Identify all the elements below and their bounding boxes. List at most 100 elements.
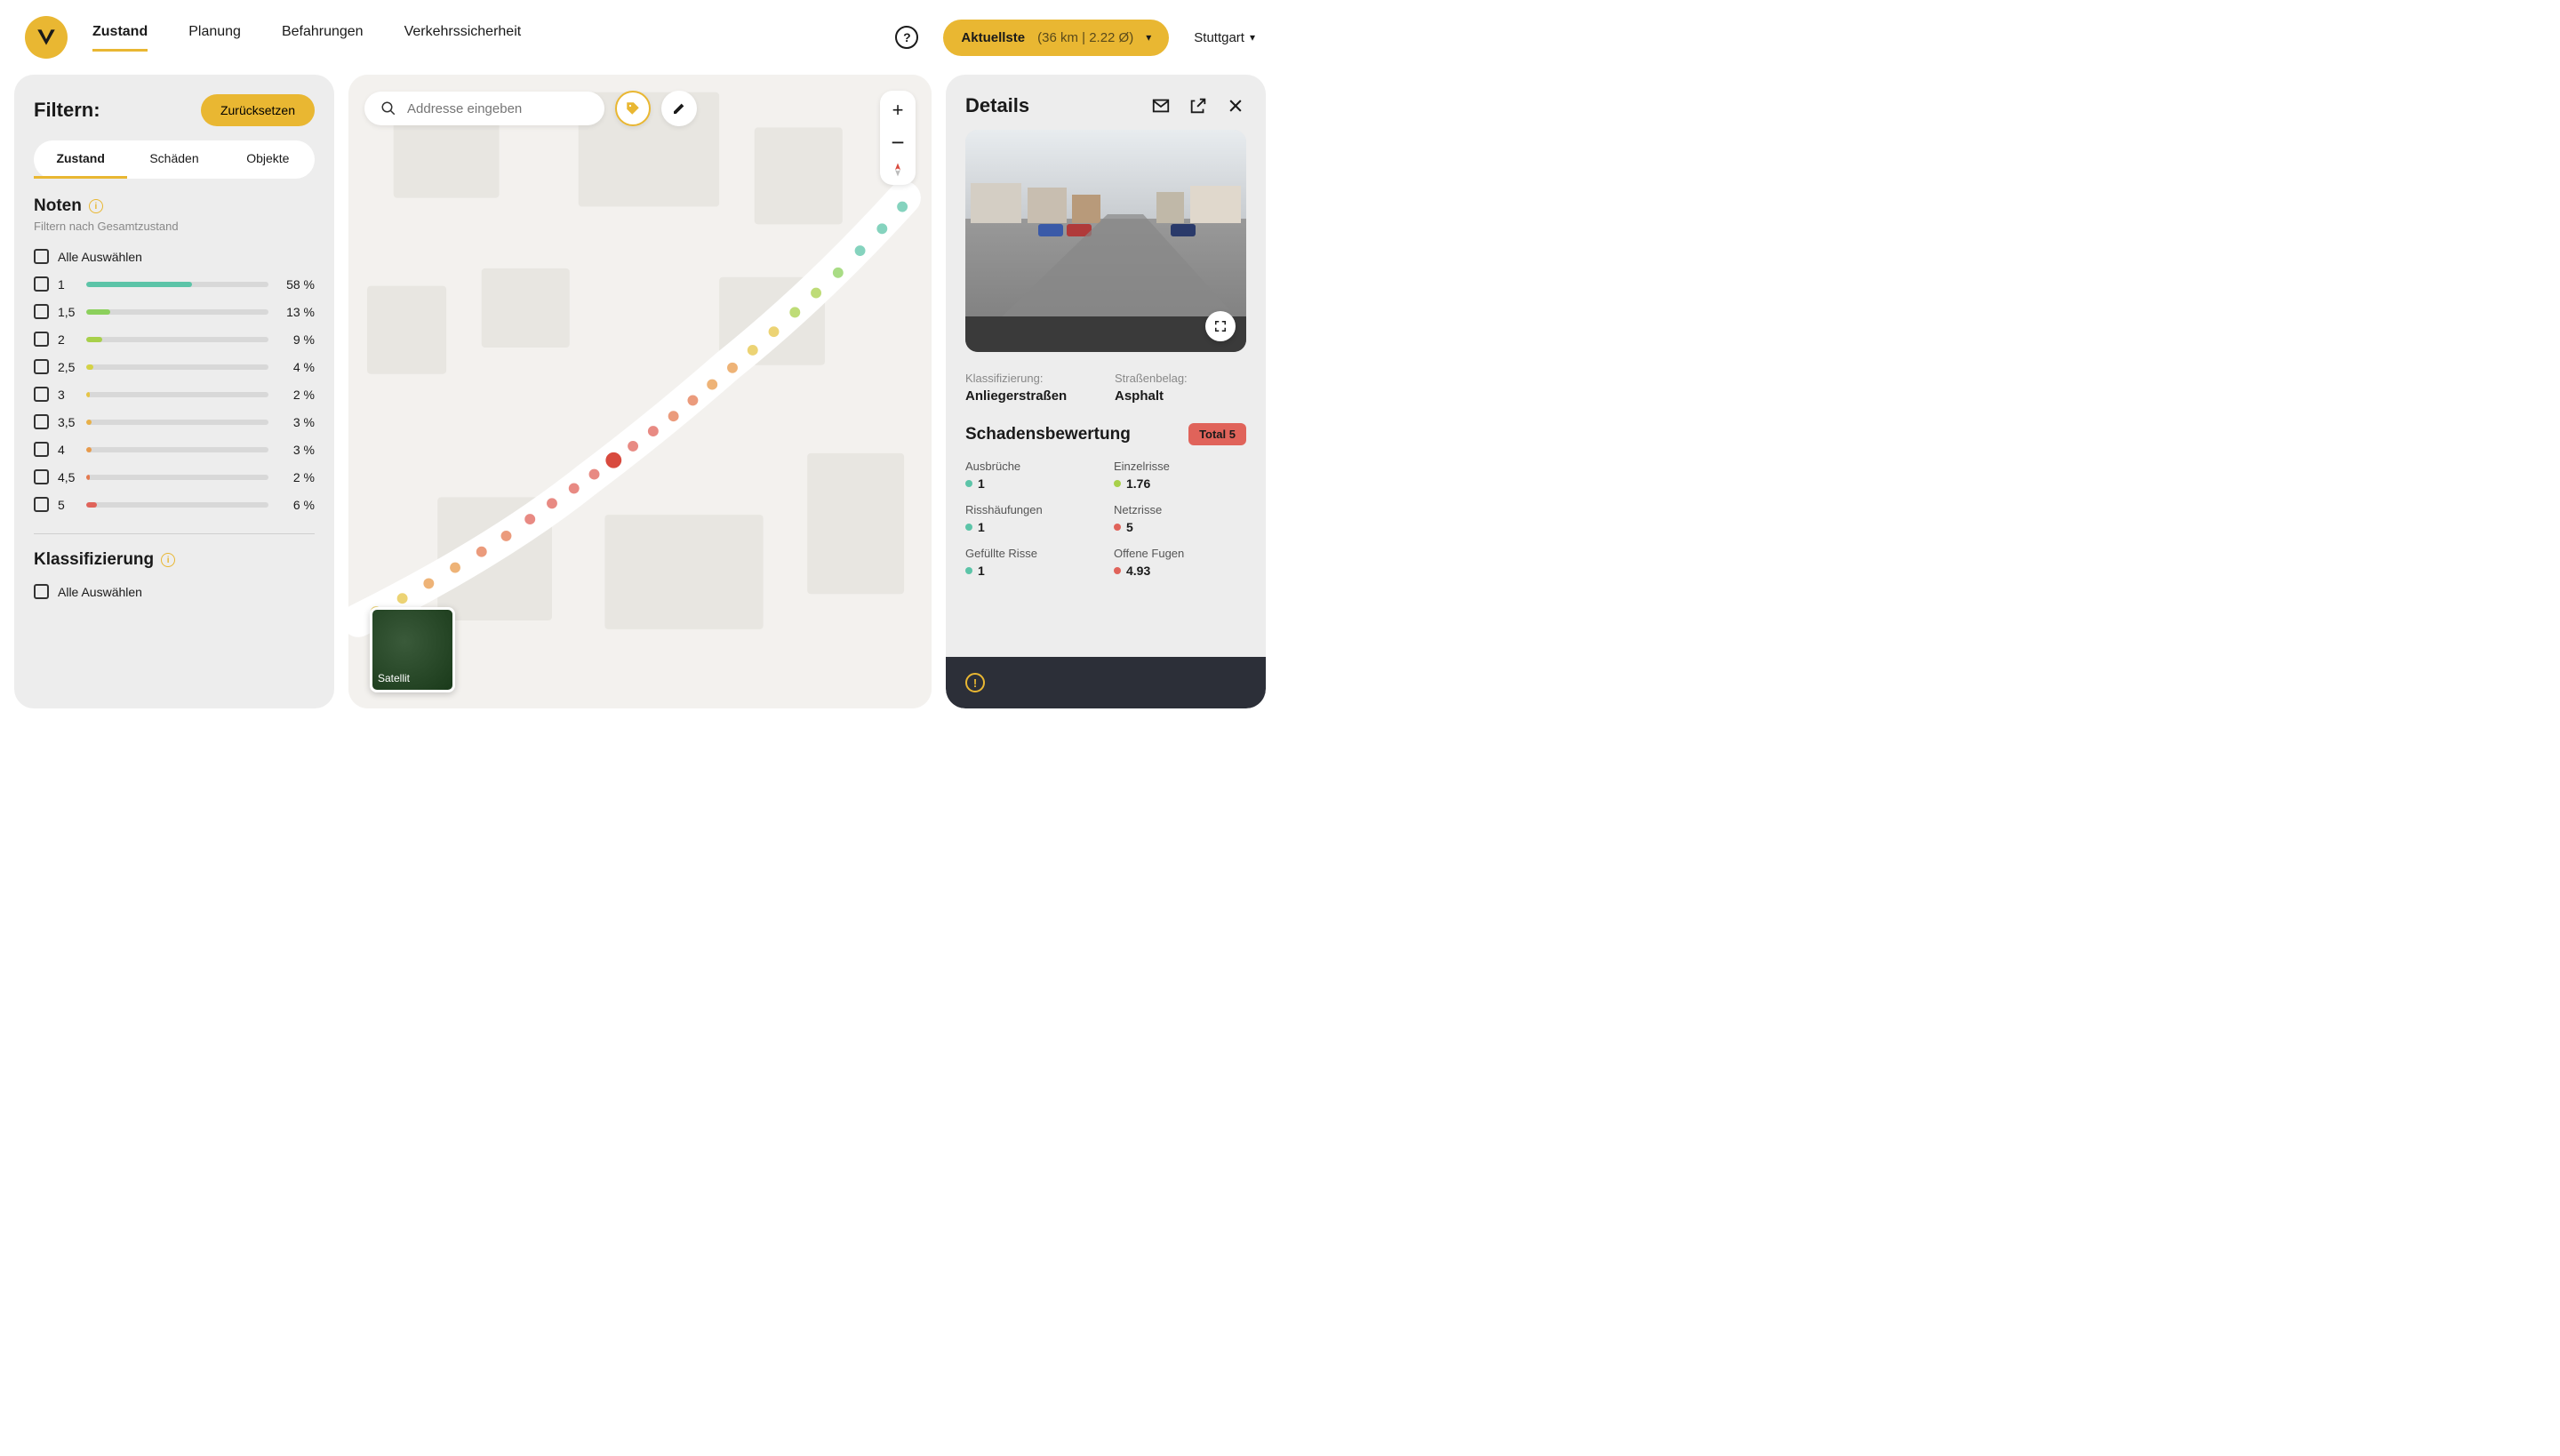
grade-row-2[interactable]: 2 9 % — [34, 332, 315, 347]
nav-befahrungen[interactable]: Befahrungen — [282, 24, 364, 52]
nav-verkehrssicherheit[interactable]: Verkehrssicherheit — [404, 24, 522, 52]
grade-bar — [86, 309, 268, 315]
logo[interactable] — [25, 16, 68, 59]
grade-pct: 3 % — [277, 415, 315, 429]
grade-pct: 2 % — [277, 470, 315, 484]
share-button[interactable] — [1188, 95, 1209, 116]
zoom-in-button[interactable]: + — [885, 98, 910, 123]
select-all-classification[interactable]: Alle Auswählen — [34, 584, 315, 599]
grade-pct: 6 % — [277, 498, 315, 512]
damage-einzelrisse: Einzelrisse 1.76 — [1114, 460, 1246, 491]
header: Zustand Planung Befahrungen Verkehrssich… — [0, 0, 1280, 75]
mail-icon — [1151, 96, 1171, 116]
grade-pct: 3 % — [277, 443, 315, 457]
recent-dropdown[interactable]: Aktuellste (36 km | 2.22 Ø) ▾ — [943, 20, 1169, 56]
grade-pct: 58 % — [277, 277, 315, 292]
grade-label: 4 — [58, 443, 77, 457]
details-panel: Details — [946, 75, 1266, 708]
grade-pct: 4 % — [277, 360, 315, 374]
grade-bar — [86, 475, 268, 480]
help-button[interactable]: ? — [895, 26, 918, 49]
checkbox[interactable] — [34, 276, 49, 292]
tag-icon — [625, 100, 641, 116]
fullscreen-icon — [1214, 320, 1227, 332]
classification-value: Anliegerstraßen — [965, 388, 1097, 404]
checkbox[interactable] — [34, 387, 49, 402]
damage-risshäufungen: Risshäufungen 1 — [965, 503, 1098, 534]
grade-pct: 13 % — [277, 305, 315, 319]
classification-title: Klassifizierung i — [34, 550, 315, 570]
damage-netzrisse: Netzrisse 5 — [1114, 503, 1246, 534]
nav-zustand[interactable]: Zustand — [92, 24, 148, 52]
satellite-toggle[interactable]: Satellit — [370, 607, 455, 692]
nav-planung[interactable]: Planung — [188, 24, 241, 52]
checkbox[interactable] — [34, 497, 49, 512]
checkbox[interactable] — [34, 442, 49, 457]
chevron-down-icon: ▾ — [1250, 31, 1255, 44]
tab-objekte[interactable]: Objekte — [221, 140, 315, 179]
tag-button[interactable] — [615, 91, 651, 126]
select-all-grades[interactable]: Alle Auswählen — [34, 249, 315, 264]
grades-subtitle: Filtern nach Gesamtzustand — [34, 220, 315, 233]
city-name: Stuttgart — [1194, 30, 1244, 45]
checkbox[interactable] — [34, 469, 49, 484]
grade-row-1,5[interactable]: 1,5 13 % — [34, 304, 315, 319]
grade-row-2,5[interactable]: 2,5 4 % — [34, 359, 315, 374]
damage-title: Schadensbewertung — [965, 425, 1131, 444]
info-icon[interactable]: i — [161, 553, 175, 567]
grade-row-4,5[interactable]: 4,5 2 % — [34, 469, 315, 484]
close-button[interactable] — [1225, 95, 1246, 116]
grade-label: 1 — [58, 277, 77, 292]
total-badge: Total 5 — [1188, 423, 1246, 445]
grade-bar — [86, 392, 268, 397]
grade-pct: 2 % — [277, 388, 315, 402]
grade-row-3,5[interactable]: 3,5 3 % — [34, 414, 315, 429]
grade-row-3[interactable]: 3 2 % — [34, 387, 315, 402]
grade-row-4[interactable]: 4 3 % — [34, 442, 315, 457]
info-icon[interactable]: i — [89, 199, 103, 213]
logo-icon — [35, 26, 58, 49]
alert-icon: ! — [965, 673, 985, 692]
grade-bar — [86, 447, 268, 452]
search-input[interactable] — [407, 101, 588, 116]
grade-label: 4,5 — [58, 470, 77, 484]
street-photo[interactable] — [965, 130, 1246, 352]
checkbox[interactable] — [34, 332, 49, 347]
compass-icon[interactable] — [890, 162, 906, 178]
checkbox[interactable] — [34, 359, 49, 374]
fullscreen-button[interactable] — [1205, 311, 1236, 341]
filter-tabs: Zustand Schäden Objekte — [34, 140, 315, 179]
grade-bar — [86, 364, 268, 370]
tab-schaeden[interactable]: Schäden — [127, 140, 220, 179]
checkbox[interactable] — [34, 414, 49, 429]
zoom-control: + − — [880, 91, 916, 185]
zoom-out-button[interactable]: − — [885, 130, 910, 155]
grade-label: 3 — [58, 388, 77, 402]
city-selector[interactable]: Stuttgart ▾ — [1194, 30, 1255, 45]
checkbox[interactable] — [34, 249, 49, 264]
recent-detail: (36 km | 2.22 Ø) — [1037, 30, 1133, 45]
road-overlay — [965, 130, 1246, 352]
mail-button[interactable] — [1150, 95, 1172, 116]
grade-label: 5 — [58, 498, 77, 512]
checkbox[interactable] — [34, 304, 49, 319]
damage-grid: Ausbrüche 1 Einzelrisse 1.76 Risshäufungen… — [965, 460, 1246, 578]
tab-zustand[interactable]: Zustand — [34, 140, 127, 179]
damage-ausbrüche: Ausbrüche 1 — [965, 460, 1098, 491]
chevron-down-icon: ▾ — [1146, 31, 1151, 44]
main-nav: Zustand Planung Befahrungen Verkehrssich… — [92, 24, 521, 52]
address-search[interactable] — [364, 92, 604, 125]
alert-bar[interactable]: ! — [946, 657, 1266, 708]
grades-title: Noten i — [34, 196, 315, 216]
grade-row-5[interactable]: 5 6 % — [34, 497, 315, 512]
recent-label: Aktuellste — [961, 30, 1025, 45]
grade-bar — [86, 502, 268, 508]
edit-button[interactable] — [661, 91, 697, 126]
grade-pct: 9 % — [277, 332, 315, 347]
reset-button[interactable]: Zurücksetzen — [201, 94, 315, 126]
checkbox[interactable] — [34, 584, 49, 599]
grade-row-1[interactable]: 1 58 % — [34, 276, 315, 292]
grade-bar — [86, 282, 268, 287]
map-panel[interactable]: + − Satellit — [348, 75, 932, 708]
close-icon — [1227, 97, 1244, 115]
